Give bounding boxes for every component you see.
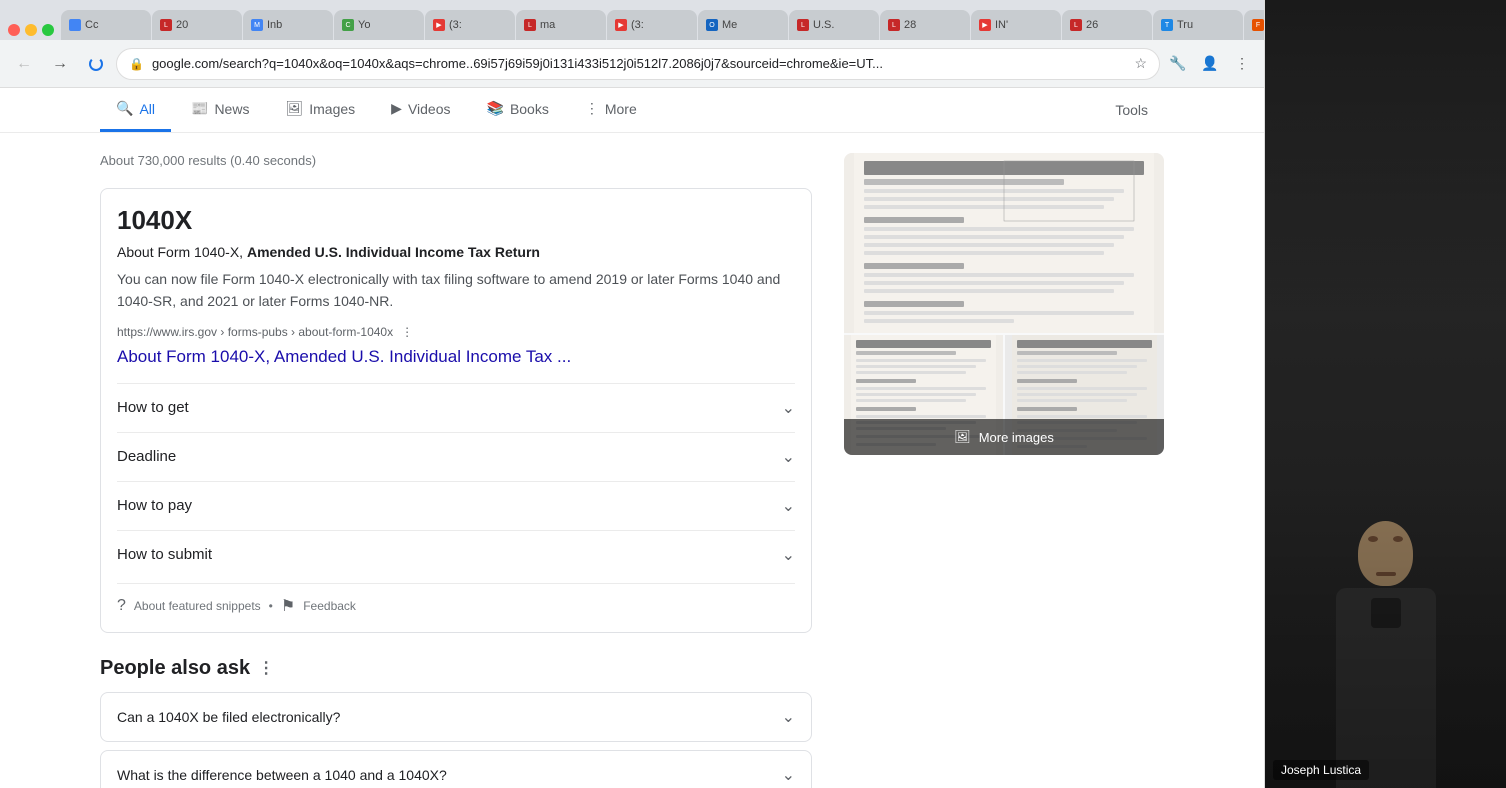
profile-button[interactable]: 👤 (1196, 50, 1224, 78)
more-images-button[interactable]: 🖼 More images (844, 419, 1164, 455)
about-snippets-link[interactable]: About featured snippets (134, 599, 261, 613)
people-ask-header: People also ask ⋮ (100, 657, 812, 680)
main-content: About 730,000 results (0.40 seconds) 104… (0, 133, 1264, 788)
tab-cc[interactable]: Cc (61, 10, 151, 40)
back-button[interactable]: ← (8, 48, 40, 80)
toolbar-icons: 🔧 👤 ⋮ (1164, 50, 1256, 78)
snippet-body: You can now file Form 1040-X electronica… (117, 268, 795, 313)
tax-form-image-large[interactable] (844, 153, 1164, 333)
image-icon: 🖼 (285, 100, 303, 117)
tab-gmail[interactable]: M Inb (243, 10, 333, 40)
tab-books[interactable]: 📚 Books (471, 88, 565, 132)
dots-icon: ⋮ (585, 100, 599, 117)
tab-images[interactable]: 🖼 Images (269, 88, 371, 132)
address-bar[interactable]: 🔒 google.com/search?q=1040x&oq=1040x&aqs… (116, 48, 1160, 80)
right-panel: 🖼 More images (844, 153, 1164, 768)
tab-yt3[interactable]: ▶ IN' (971, 10, 1061, 40)
minimize-window-btn[interactable] (25, 24, 37, 36)
tab-news[interactable]: 📰 News (175, 88, 265, 132)
menu-button[interactable]: ⋮ (1228, 50, 1256, 78)
faq-how-to-submit[interactable]: How to submit ⌄ (117, 530, 795, 579)
featured-snippet: 1040X About Form 1040-X, Amended U.S. In… (100, 188, 812, 633)
book-icon: 📚 (487, 100, 504, 117)
search-icon: 🔍 (116, 100, 133, 117)
tab-more[interactable]: ⋮ More (569, 88, 653, 132)
results-count: About 730,000 results (0.40 seconds) (100, 153, 812, 168)
tab-trust[interactable]: T Tru (1153, 10, 1243, 40)
snippet-form-title: About Form 1040-X, Amended U.S. Individu… (117, 244, 795, 260)
newspaper-icon: 📰 (191, 100, 208, 117)
tab-videos[interactable]: ▶ Videos (375, 88, 466, 132)
tab-all[interactable]: 🔍 All (100, 88, 171, 132)
bookmark-icon[interactable]: ☆ (1134, 55, 1147, 72)
feedback-link[interactable]: Feedback (303, 599, 356, 613)
search-tab-bar: 🔍 All 📰 News 🖼 Images ▶ Videos 📚 Books ⋮… (0, 88, 1264, 133)
tab-ck[interactable]: C Yo (334, 10, 424, 40)
chevron-down-icon: ⌄ (782, 496, 795, 516)
chevron-down-icon: ⌄ (782, 707, 795, 727)
reload-button[interactable] (80, 48, 112, 80)
tab-lii-ma[interactable]: L ma (516, 10, 606, 40)
tab-lii-26a[interactable]: L 26 (1062, 10, 1152, 40)
tab-lii-us[interactable]: L U.S. (789, 10, 879, 40)
tab-lii-20[interactable]: L 20 (152, 10, 242, 40)
chevron-down-icon: ⌄ (782, 398, 795, 418)
question-mark-icon: ? (117, 597, 126, 615)
ask-item-1[interactable]: Can a 1040X be filed electronically? ⌄ (100, 692, 812, 742)
snippet-footer: ? About featured snippets • ⚑ Feedback (117, 583, 795, 616)
tools-button[interactable]: Tools (1099, 90, 1164, 130)
forward-button[interactable]: → (44, 48, 76, 80)
snippet-more-icon[interactable]: ⋮ (401, 325, 413, 339)
webcam-feed: Joseph Lustica (1265, 0, 1506, 788)
webcam-name-tag: Joseph Lustica (1273, 760, 1369, 780)
chevron-down-icon: ⌄ (782, 545, 795, 565)
tab-yt1[interactable]: ▶ (3: (425, 10, 515, 40)
security-icon: 🔒 (129, 57, 144, 71)
photos-icon: 🖼 (954, 429, 971, 445)
faq-how-to-get[interactable]: How to get ⌄ (117, 383, 795, 432)
flag-icon: ⚑ (281, 596, 295, 616)
video-icon: ▶ (391, 100, 402, 117)
snippet-link[interactable]: About Form 1040-X, Amended U.S. Individu… (117, 347, 795, 367)
close-window-btn[interactable] (8, 24, 20, 36)
people-also-ask: People also ask ⋮ Can a 1040X be filed e… (100, 657, 812, 788)
extensions-button[interactable]: 🔧 (1164, 50, 1192, 78)
url-text: google.com/search?q=1040x&oq=1040x&aqs=c… (152, 56, 1126, 71)
tab-outlook[interactable]: O Me (698, 10, 788, 40)
chevron-down-icon: ⌄ (782, 447, 795, 467)
webcam-sidebar: Joseph Lustica (1265, 0, 1506, 788)
tab-yt2[interactable]: ▶ (3: (607, 10, 697, 40)
tab-lii-28[interactable]: L 28 (880, 10, 970, 40)
snippet-url: https://www.irs.gov › forms-pubs › about… (117, 325, 795, 339)
loading-spinner (89, 57, 103, 71)
faq-how-to-pay[interactable]: How to pay ⌄ (117, 481, 795, 530)
image-panel: 🖼 More images (844, 153, 1164, 455)
people-ask-more-icon[interactable]: ⋮ (258, 658, 274, 678)
chevron-down-icon: ⌄ (782, 765, 795, 785)
webcam-video: Joseph Lustica (1265, 0, 1506, 788)
tab-bar: Cc L 20 M Inb C Yo ▶ (3: L ma ▶ (3: O Me (0, 0, 1264, 40)
tab-fd[interactable]: F FD (1244, 10, 1264, 40)
ask-item-2[interactable]: What is the difference between a 1040 an… (100, 750, 812, 788)
maximize-window-btn[interactable] (42, 24, 54, 36)
results-column: About 730,000 results (0.40 seconds) 104… (100, 153, 812, 768)
browser-toolbar: ← → 🔒 google.com/search?q=1040x&oq=1040x… (0, 40, 1264, 88)
faq-deadline[interactable]: Deadline ⌄ (117, 432, 795, 481)
snippet-title: 1040X (117, 205, 795, 236)
